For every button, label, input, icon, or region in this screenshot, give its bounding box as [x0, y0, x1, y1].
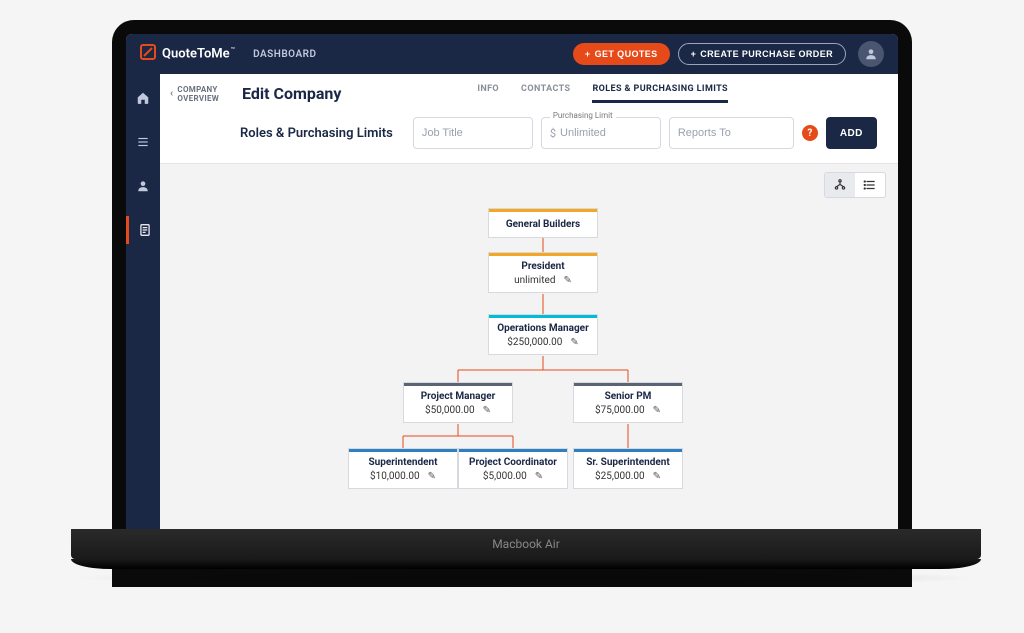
org-node-title: Project Manager	[404, 386, 512, 405]
org-node-ops-manager[interactable]: Operations Manager $250,000.00 ✎	[488, 314, 598, 355]
org-node-value: $75,000.00	[595, 405, 645, 416]
org-node-project-manager[interactable]: Project Manager $50,000.00 ✎	[403, 382, 513, 423]
back-line1: COMPANY	[177, 85, 217, 94]
org-node-senior-pm[interactable]: Senior PM $75,000.00 ✎	[573, 382, 683, 423]
org-node-value: $25,000.00	[595, 471, 645, 482]
document-icon	[138, 223, 152, 237]
tabs: INFO CONTACTS ROLES & PURCHASING LIMITS	[477, 84, 728, 103]
pencil-icon[interactable]: ✎	[653, 405, 661, 416]
pencil-icon[interactable]: ✎	[428, 471, 436, 482]
org-node-title: Superintendent	[349, 452, 457, 471]
plus-icon: +	[585, 49, 591, 59]
tab-contacts[interactable]: CONTACTS	[521, 84, 570, 103]
org-node-title: Operations Manager	[489, 318, 597, 337]
pencil-icon[interactable]: ✎	[483, 405, 491, 416]
help-icon[interactable]: ?	[802, 125, 818, 141]
chevron-left-icon: ‹	[170, 89, 173, 98]
plus-icon: +	[691, 49, 697, 59]
back-to-company-overview[interactable]: ‹ COMPANY OVERVIEW	[170, 85, 230, 103]
list-icon	[136, 135, 150, 149]
pencil-icon[interactable]: ✎	[653, 471, 661, 482]
purchasing-limit-field-wrapper: Purchasing Limit $	[541, 117, 661, 149]
sidebar-item-list[interactable]	[126, 128, 160, 156]
user-icon	[136, 179, 150, 193]
screen: QuoteToMe™ DASHBOARD + GET QUOTES + CREA…	[126, 34, 898, 529]
user-icon	[864, 47, 878, 61]
breadcrumb[interactable]: DASHBOARD	[253, 49, 316, 60]
laptop-base: Macbook Air	[71, 529, 981, 559]
reports-to-field-wrapper	[669, 117, 794, 149]
org-node-value: $50,000.00	[425, 405, 475, 416]
org-node-value: unlimited	[514, 275, 555, 286]
left-rail	[126, 74, 160, 529]
body: ‹ COMPANY OVERVIEW Edit Company INFO CON…	[126, 74, 898, 529]
org-node-value: $250,000.00	[507, 337, 562, 348]
org-node-title: General Builders	[489, 212, 597, 237]
sidebar-item-home[interactable]	[126, 84, 160, 112]
org-canvas: General Builders President unlimited ✎	[160, 164, 898, 529]
tab-info[interactable]: INFO	[477, 84, 499, 103]
dollar-icon: $	[550, 127, 556, 140]
topbar: QuoteToMe™ DASHBOARD + GET QUOTES + CREA…	[126, 34, 898, 74]
logo-text: QuoteToMe™	[162, 46, 235, 61]
job-title-field-wrapper	[413, 117, 533, 149]
pencil-icon[interactable]: ✎	[535, 471, 543, 482]
page-header: ‹ COMPANY OVERVIEW Edit Company INFO CON…	[160, 74, 898, 164]
page-title: Edit Company	[242, 84, 341, 103]
laptop-label: Macbook Air	[492, 537, 560, 551]
org-node-superintendent[interactable]: Superintendent $10,000.00 ✎	[348, 448, 458, 489]
laptop-frame: QuoteToMe™ DASHBOARD + GET QUOTES + CREA…	[112, 20, 912, 587]
add-button[interactable]: ADD	[826, 117, 877, 149]
create-purchase-order-button[interactable]: + CREATE PURCHASE ORDER	[678, 43, 846, 65]
laptop-shadow	[71, 569, 981, 587]
purchasing-limit-field[interactable]	[560, 127, 652, 139]
org-node-president[interactable]: President unlimited ✎	[488, 252, 598, 293]
avatar[interactable]	[858, 41, 884, 67]
org-chart: General Builders President unlimited ✎	[160, 164, 898, 529]
org-node-title: Project Coordinator	[459, 452, 567, 471]
get-quotes-button[interactable]: + GET QUOTES	[573, 43, 670, 65]
job-title-field[interactable]	[422, 127, 524, 139]
tab-roles-limits[interactable]: ROLES & PURCHASING LIMITS	[592, 84, 728, 103]
logo-icon	[140, 44, 156, 64]
org-node-value: $10,000.00	[370, 471, 420, 482]
home-icon	[136, 91, 150, 105]
section-title: Roles & Purchasing Limits	[240, 126, 393, 141]
org-node-title: President	[489, 256, 597, 275]
pencil-icon[interactable]: ✎	[563, 275, 571, 286]
reports-to-field[interactable]	[678, 127, 785, 139]
sidebar-item-company[interactable]	[126, 216, 160, 244]
main: ‹ COMPANY OVERVIEW Edit Company INFO CON…	[160, 74, 898, 529]
org-node-sr-superintendent[interactable]: Sr. Superintendent $25,000.00 ✎	[573, 448, 683, 489]
org-node-title: Sr. Superintendent	[574, 452, 682, 471]
back-line2: OVERVIEW	[177, 94, 219, 103]
org-node-project-coordinator[interactable]: Project Coordinator $5,000.00 ✎	[458, 448, 568, 489]
org-node-value: $5,000.00	[483, 471, 527, 482]
org-node-root[interactable]: General Builders	[488, 208, 598, 238]
org-node-title: Senior PM	[574, 386, 682, 405]
logo[interactable]: QuoteToMe™	[140, 44, 235, 64]
laptop-edge	[71, 559, 981, 569]
pencil-icon[interactable]: ✎	[570, 337, 578, 348]
sidebar-item-users[interactable]	[126, 172, 160, 200]
purchasing-limit-label: Purchasing Limit	[550, 111, 616, 120]
